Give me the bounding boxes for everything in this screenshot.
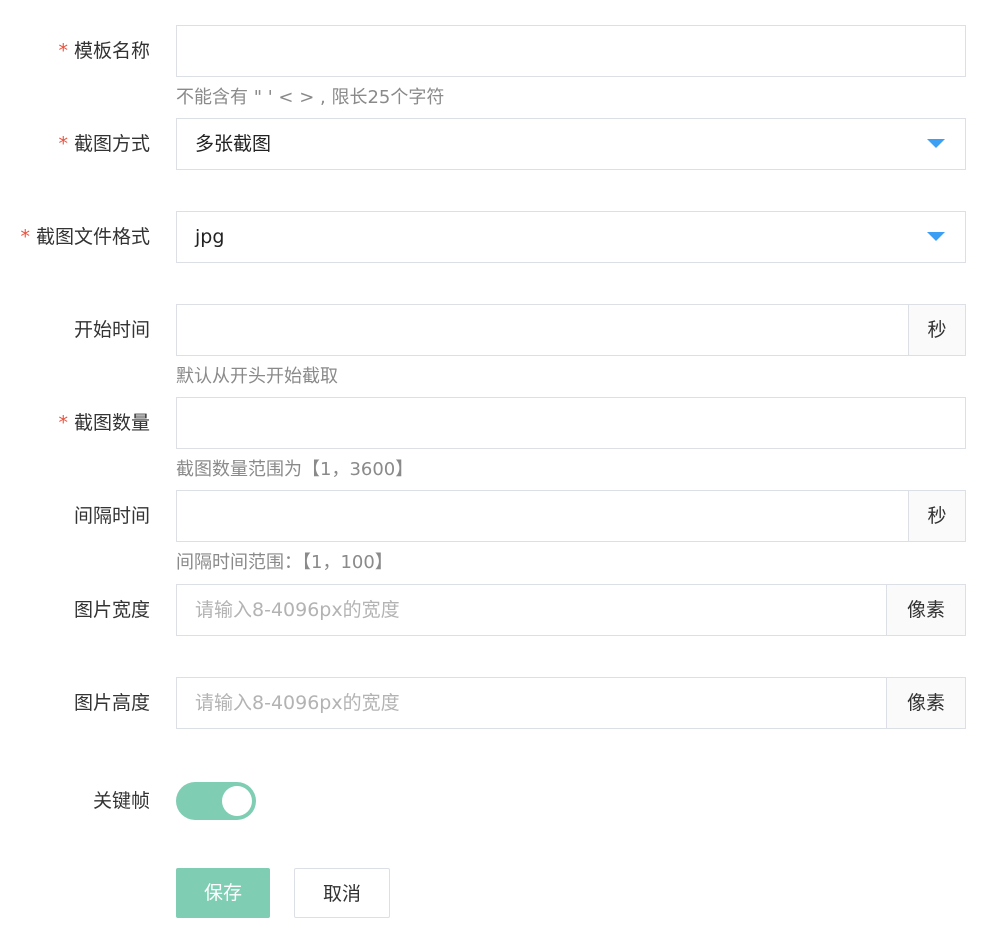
required-mark: *	[58, 40, 68, 62]
template-name-label: * 模板名称	[58, 40, 150, 62]
width-input[interactable]: 请输入8-4096px的宽度 像素	[176, 584, 966, 636]
start-time-input[interactable]: 秒	[176, 304, 966, 356]
template-name-input[interactable]	[176, 25, 966, 77]
required-mark: *	[58, 412, 68, 434]
start-time-label: 开始时间	[73, 319, 150, 341]
keyframe-toggle[interactable]	[176, 782, 256, 820]
capture-mode-select[interactable]: 多张截图	[176, 118, 966, 170]
width-placeholder: 请输入8-4096px的宽度	[195, 599, 400, 621]
required-mark: *	[58, 133, 68, 155]
interval-label: 间隔时间	[73, 505, 150, 527]
start-time-hint: 默认从开头开始截取	[176, 366, 338, 387]
capture-count-label: * 截图数量	[58, 412, 150, 434]
interval-hint: 间隔时间范围：【1，100】	[176, 552, 393, 573]
width-label: 图片宽度	[73, 599, 150, 621]
file-format-select[interactable]: jpg	[176, 211, 966, 263]
capture-count-input[interactable]	[176, 397, 966, 449]
start-time-unit: 秒	[908, 305, 965, 355]
interval-unit: 秒	[908, 491, 965, 541]
template-name-hint: 不能含有 " ' < > , 限长25个字符	[176, 87, 445, 108]
chevron-down-icon[interactable]	[927, 232, 945, 241]
capture-mode-label: * 截图方式	[58, 133, 150, 155]
capture-count-hint: 截图数量范围为【1，3600】	[176, 459, 414, 480]
chevron-down-icon[interactable]	[927, 139, 945, 148]
cancel-button[interactable]: 取消	[294, 868, 390, 918]
toggle-knob	[222, 786, 252, 816]
height-input[interactable]: 请输入8-4096px的宽度 像素	[176, 677, 966, 729]
width-unit: 像素	[886, 585, 965, 635]
height-unit: 像素	[886, 678, 965, 728]
file-format-value: jpg	[195, 226, 225, 248]
keyframe-label: 关键帧	[92, 790, 150, 812]
file-format-label: * 截图文件格式	[20, 226, 150, 248]
required-mark: *	[20, 226, 30, 248]
height-placeholder: 请输入8-4096px的宽度	[195, 692, 400, 714]
height-label: 图片高度	[73, 692, 150, 714]
save-button[interactable]: 保存	[176, 868, 270, 918]
interval-input[interactable]: 秒	[176, 490, 966, 542]
capture-mode-value: 多张截图	[195, 133, 272, 155]
